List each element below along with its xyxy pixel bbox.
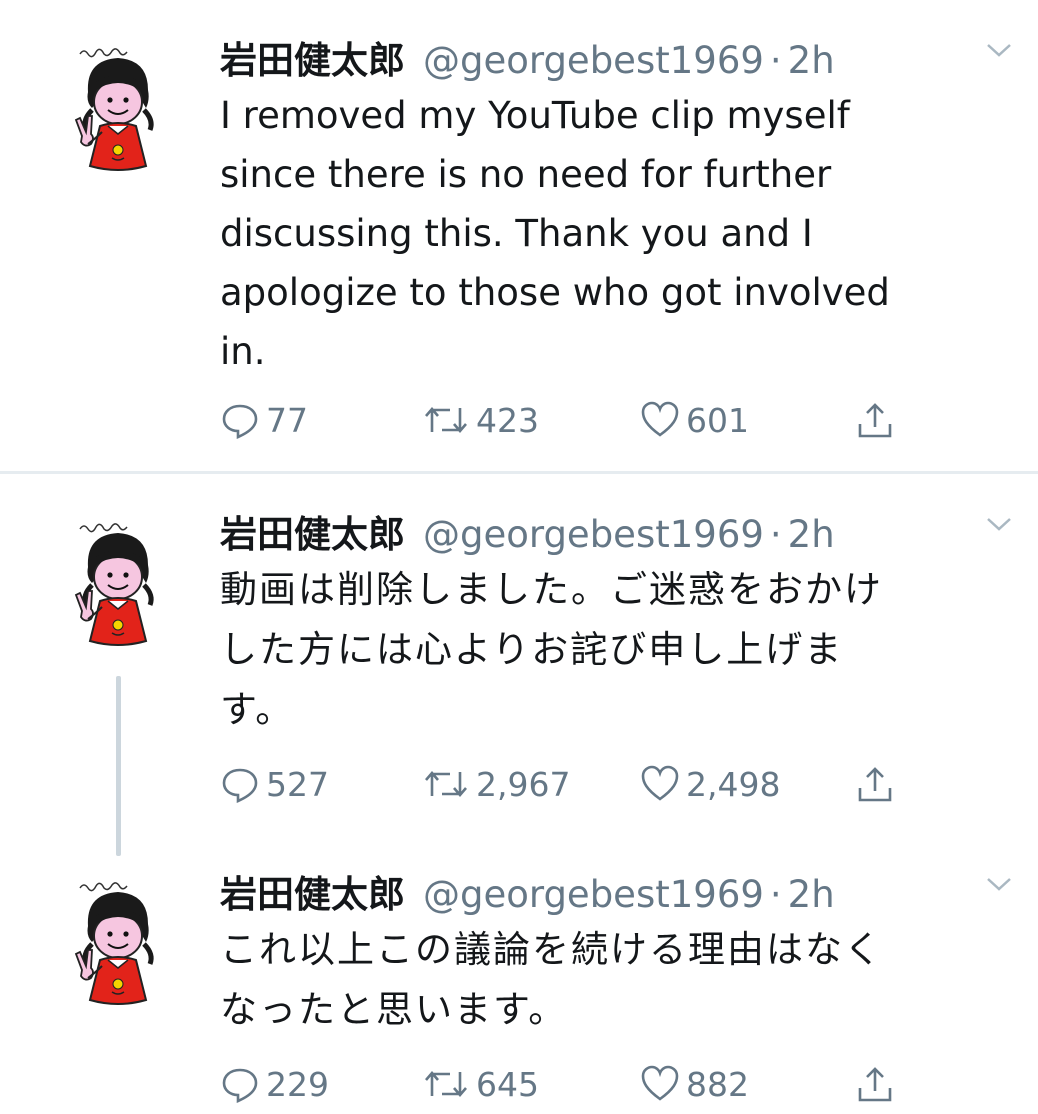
tweet[interactable]: 岩田健太郎 @georgebest1969 · 2h I removed my …: [0, 0, 1038, 472]
separator-dot: ·: [769, 873, 782, 916]
author-name[interactable]: 岩田健太郎: [220, 30, 405, 84]
like-button[interactable]: 882: [640, 1060, 749, 1108]
retweet-icon: [425, 407, 467, 433]
chevron-down-icon[interactable]: [984, 40, 1014, 60]
retweet-button[interactable]: 423: [422, 396, 539, 444]
heart-icon: [641, 1065, 679, 1101]
retweet-count: 2,967: [476, 764, 571, 804]
avatar[interactable]: [62, 515, 174, 655]
separator-dot: ·: [769, 513, 782, 556]
chevron-down-icon[interactable]: [984, 514, 1014, 534]
reply-icon: [222, 404, 258, 439]
tweet-actions: 77 423 601: [220, 396, 920, 444]
like-count: 601: [686, 400, 749, 440]
author-name[interactable]: 岩田健太郎: [220, 504, 405, 558]
timestamp[interactable]: 2h: [788, 39, 835, 82]
like-button[interactable]: 2,498: [640, 760, 780, 808]
author-handle[interactable]: @georgebest1969: [423, 873, 764, 916]
share-icon: [858, 403, 892, 438]
retweet-count: 423: [476, 400, 539, 440]
tweet[interactable]: 岩田健太郎 @georgebest1969 · 2h これ以上この議論を続ける理…: [0, 834, 1038, 1114]
tweet-header: 岩田健太郎 @georgebest1969 · 2h: [220, 504, 835, 556]
retweet-count: 645: [476, 1064, 539, 1104]
reply-count: 229: [266, 1064, 329, 1104]
tweet-actions: 229 645 882: [220, 1060, 920, 1108]
heart-icon: [641, 765, 679, 801]
separator-dot: ·: [769, 39, 782, 82]
retweet-icon: [425, 771, 467, 797]
chevron-down-icon[interactable]: [984, 874, 1014, 894]
tweet-text: 動画は削除しました。ご迷惑をおかけ した方には心よりお詫び申し上げま す。: [220, 568, 883, 731]
share-button[interactable]: [855, 396, 901, 444]
like-count: 882: [686, 1064, 749, 1104]
reply-count: 527: [266, 764, 329, 804]
tweet-actions: 527 2,967 2,498: [220, 760, 920, 808]
reply-button[interactable]: 229: [220, 1060, 329, 1108]
reply-icon: [222, 1068, 258, 1103]
avatar[interactable]: [62, 874, 174, 1014]
heart-icon: [641, 401, 679, 437]
author-handle[interactable]: @georgebest1969: [423, 513, 764, 556]
share-button[interactable]: [855, 760, 901, 808]
tweet-header: 岩田健太郎 @georgebest1969 · 2h: [220, 864, 835, 916]
retweet-button[interactable]: 2,967: [422, 760, 570, 808]
tweet[interactable]: 岩田健太郎 @georgebest1969 · 2h 動画は削除しました。ご迷惑…: [0, 474, 1038, 834]
retweet-icon: [425, 1071, 467, 1097]
share-icon: [858, 1067, 892, 1102]
like-button[interactable]: 601: [640, 396, 749, 444]
timestamp[interactable]: 2h: [788, 873, 835, 916]
timestamp[interactable]: 2h: [788, 513, 835, 556]
reply-count: 77: [266, 400, 308, 440]
like-count: 2,498: [686, 764, 781, 804]
share-button[interactable]: [855, 1060, 901, 1108]
author-name[interactable]: 岩田健太郎: [220, 864, 405, 918]
tweet-text: I removed my YouTube clip myself since t…: [220, 94, 890, 373]
tweet-text: これ以上この議論を続ける理由はなく なったと思います。: [220, 928, 883, 1031]
author-handle[interactable]: @georgebest1969: [423, 39, 764, 82]
avatar[interactable]: [62, 40, 174, 180]
reply-button[interactable]: 77: [220, 396, 308, 444]
retweet-button[interactable]: 645: [422, 1060, 539, 1108]
tweet-header: 岩田健太郎 @georgebest1969 · 2h: [220, 30, 835, 82]
reply-icon: [222, 768, 258, 803]
reply-button[interactable]: 527: [220, 760, 329, 808]
share-icon: [858, 767, 892, 802]
